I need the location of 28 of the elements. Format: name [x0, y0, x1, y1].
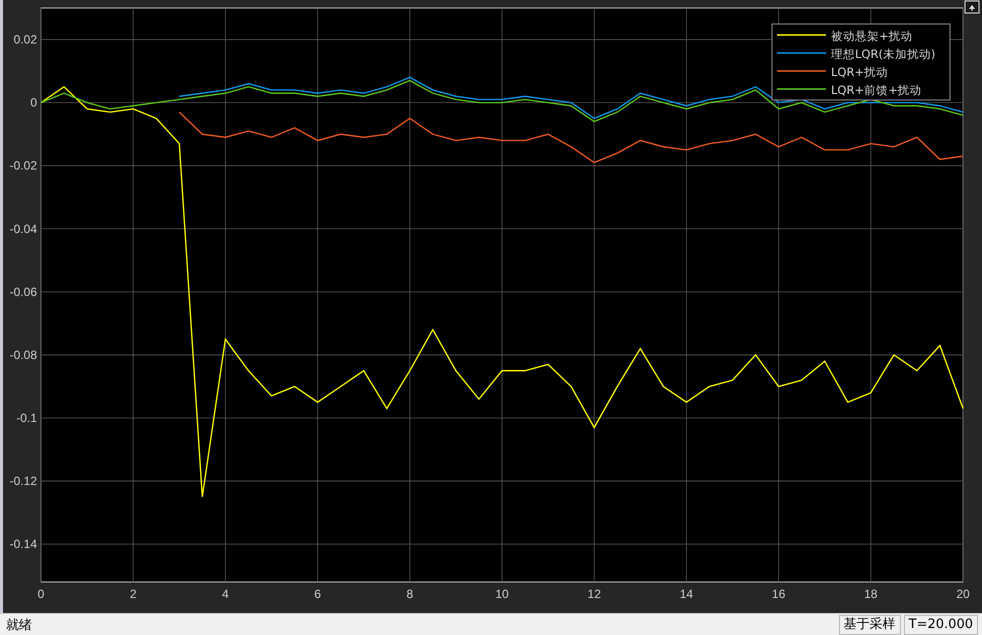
y-tick-label: -0.1 [16, 411, 37, 425]
x-tick-label: 18 [864, 587, 878, 601]
x-tick-label: 4 [222, 587, 229, 601]
x-tick-label: 20 [956, 587, 970, 601]
undock-icon[interactable] [964, 0, 980, 14]
status-text: 就绪 [5, 616, 32, 634]
x-tick-label: 8 [406, 587, 414, 601]
x-tick-label: 12 [588, 587, 601, 601]
y-tick-label: 0 [30, 96, 37, 110]
legend-label: 被动悬架+扰动 [831, 29, 913, 43]
legend-label: 理想LQR(未加扰动) [831, 47, 936, 61]
legend-label: LQR+扰动 [831, 65, 888, 79]
legend-label: LQR+前馈+扰动 [831, 83, 922, 97]
x-tick-label: 6 [314, 587, 321, 601]
y-tick-label: -0.12 [10, 474, 37, 488]
simulation-time: T=20.000 [904, 614, 978, 634]
y-tick-label: -0.08 [10, 348, 37, 362]
y-tick-label: -0.02 [10, 158, 37, 173]
x-tick-label: 14 [680, 587, 694, 601]
y-tick-label: -0.06 [10, 284, 37, 299]
x-tick-label: 16 [772, 587, 786, 601]
y-tick-label: -0.14 [10, 537, 37, 552]
x-tick-label: 2 [130, 587, 137, 601]
x-tick-label: 0 [38, 587, 44, 601]
sample-mode-label: 基于采样 [838, 614, 901, 634]
y-tick-label: -0.04 [10, 222, 37, 236]
y-tick-label: 0.02 [14, 32, 37, 47]
x-tick-label: 10 [495, 587, 509, 601]
